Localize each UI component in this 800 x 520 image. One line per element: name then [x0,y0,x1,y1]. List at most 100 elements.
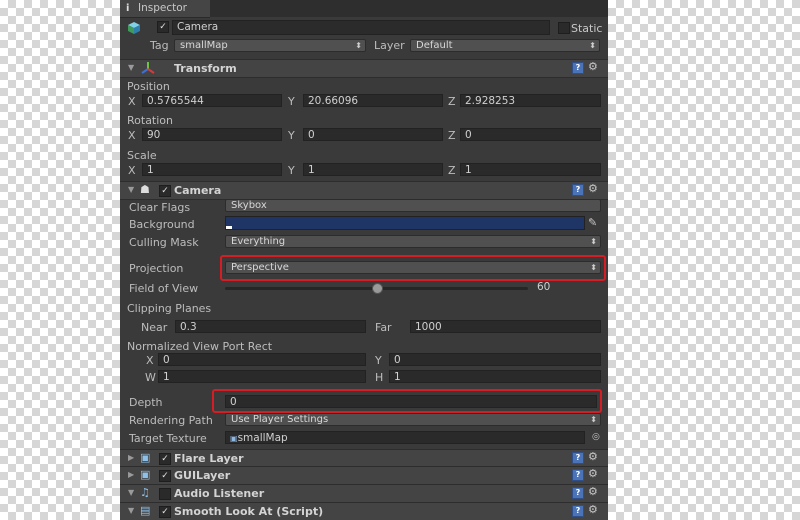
expand-triangle-icon[interactable]: ▼ [128,488,134,497]
help-icon[interactable]: ? [572,62,584,74]
eyedropper-icon[interactable]: ✎ [588,216,597,229]
expand-triangle-icon[interactable]: ▼ [128,506,134,515]
gameobject-cube-icon [127,21,141,35]
static-checkbox[interactable] [558,22,570,34]
target-texture-field[interactable]: ▣smallMap [225,431,585,444]
rotation-y-input[interactable]: 0 [303,128,443,141]
viewport-h-input[interactable]: 1 [389,370,601,383]
help-icon[interactable]: ? [572,452,584,464]
position-y-input[interactable]: 20.66096 [303,94,443,107]
transform-title: Transform [174,62,237,75]
object-picker-icon[interactable]: ◎ [592,431,600,444]
depth-label: Depth [129,396,163,409]
gear-icon[interactable]: ⚙ [588,450,598,463]
component-icon: ▣ [140,451,151,464]
near-label: Near [141,321,168,334]
background-color-field[interactable] [225,216,585,230]
component-enabled-checkbox[interactable]: ✓ [159,470,171,482]
component-title: Smooth Look At (Script) [174,505,324,518]
position-z-input[interactable]: 2.928253 [460,94,601,107]
gameobject-active-checkbox[interactable]: ✓ [157,21,169,33]
rotation-z-input[interactable]: 0 [460,128,601,141]
component-enabled-checkbox[interactable]: ✓ [159,506,171,518]
component-header[interactable]: ▼ ♫ Audio Listener? ⚙ [120,484,608,503]
gear-icon[interactable]: ⚙ [588,60,598,73]
expand-triangle-icon[interactable]: ▼ [128,63,134,72]
component-header[interactable]: ▼ ▤ ✓ Smooth Look At (Script)? ⚙ [120,502,608,520]
clear-flags-label: Clear Flags [129,201,191,214]
component-icon: ♫ [140,486,150,499]
transform-header[interactable]: ▼ Transform ? ⚙ [120,59,608,78]
component-title: GUILayer [174,469,231,482]
info-icon: i [126,3,130,14]
fov-slider-thumb[interactable] [371,283,383,294]
layer-label: Layer [374,39,405,52]
tab-inspector[interactable]: i Inspector [120,0,210,18]
tag-dropdown[interactable]: smallMap ⬍ [174,39,366,52]
help-icon[interactable]: ? [572,184,584,196]
scale-y-input[interactable]: 1 [303,163,443,176]
position-label: Position [127,80,170,93]
viewport-x-input[interactable]: 0 [158,353,366,366]
clear-flags-dropdown[interactable]: Skybox [225,199,601,212]
inspector-panel: i Inspector ✓ Camera Static Tag smallMap… [120,0,608,520]
layer-dropdown[interactable]: Default ⬍ [410,39,600,52]
help-icon[interactable]: ? [572,505,584,517]
rotation-label: Rotation [127,114,174,127]
depth-highlight-box [212,389,602,413]
viewport-w-input[interactable]: 1 [158,370,366,383]
expand-triangle-icon[interactable]: ▼ [128,185,134,194]
help-icon[interactable]: ? [572,487,584,499]
viewport-w-label: W [145,371,156,384]
component-enabled-checkbox[interactable]: ✓ [159,453,171,465]
gameobject-name-input[interactable]: Camera [172,20,550,35]
component-icon: ▤ [140,504,151,517]
gear-icon[interactable]: ⚙ [588,467,598,480]
clipping-planes-label: Clipping Planes [127,302,212,315]
gear-icon[interactable]: ⚙ [588,485,598,498]
culling-mask-dropdown[interactable]: Everything ⬍ [225,235,601,248]
expand-triangle-icon[interactable]: ▶ [128,453,134,462]
clear-flags-value: Skybox [231,200,267,211]
help-icon[interactable]: ? [572,469,584,481]
position-z-label: Z [448,95,456,108]
camera-enabled-checkbox[interactable]: ✓ [159,185,171,197]
gear-icon[interactable]: ⚙ [588,182,598,195]
expand-triangle-icon[interactable]: ▶ [128,470,134,479]
component-icon: ▣ [140,468,151,481]
viewport-y-label: Y [375,354,382,367]
component-enabled-checkbox[interactable] [159,488,171,500]
camera-component-icon: ☗ [140,183,150,196]
scale-x-input[interactable]: 1 [142,163,282,176]
far-input[interactable]: 1000 [410,320,601,333]
rotation-z-label: Z [448,129,456,142]
rendering-path-label: Rendering Path [129,414,213,427]
rotation-x-input[interactable]: 90 [142,128,282,141]
scale-z-label: Z [448,164,456,177]
scale-z-input[interactable]: 1 [460,163,601,176]
viewport-y-input[interactable]: 0 [389,353,601,366]
gear-icon[interactable]: ⚙ [588,503,598,516]
viewport-x-label: X [146,354,154,367]
projection-highlight-box [220,255,606,281]
camera-header[interactable]: ▼ ☗ ✓ Camera ? ⚙ [120,181,608,200]
layer-value: Default [416,40,453,51]
position-y-label: Y [288,95,295,108]
target-texture-value: smallMap [237,432,288,444]
camera-title: Camera [174,184,222,197]
rotation-y-label: Y [288,129,295,142]
position-x-label: X [128,95,136,108]
scale-x-label: X [128,164,136,177]
component-header[interactable]: ▶ ▣ ✓ GUILayer? ⚙ [120,466,608,485]
viewport-h-label: H [375,371,384,384]
scale-label: Scale [127,149,157,162]
fov-value-input[interactable]: 60 [532,281,601,294]
rendering-path-dropdown[interactable]: Use Player Settings ⬍ [225,413,601,426]
dropdown-arrow-icon: ⬍ [590,415,597,424]
dropdown-arrow-icon: ⬍ [355,41,362,50]
target-texture-label: Target Texture [129,432,207,445]
near-input[interactable]: 0.3 [175,320,366,333]
position-x-input[interactable]: 0.5765544 [142,94,282,107]
texture-icon: ▣ [230,434,238,443]
tab-inspector-label: Inspector [138,2,187,14]
